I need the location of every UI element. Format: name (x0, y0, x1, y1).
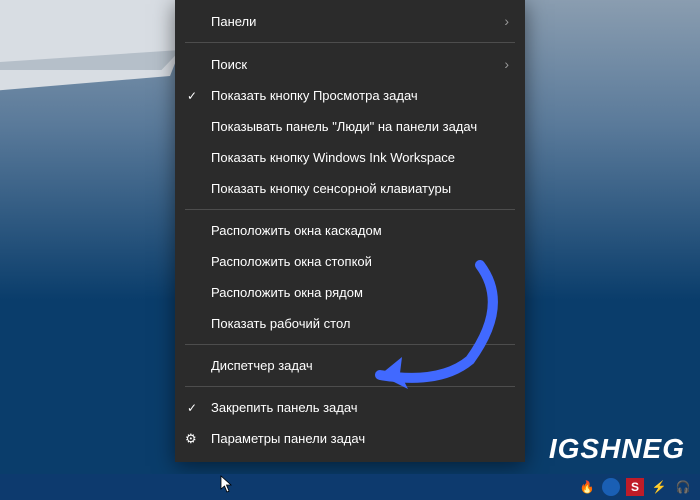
menu-taskbar-settings[interactable]: ⚙ Параметры панели задач (175, 423, 525, 454)
menu-label: Показать рабочий стол (211, 316, 509, 331)
menu-label: Расположить окна рядом (211, 285, 509, 300)
menu-separator (185, 386, 515, 387)
menu-label: Расположить окна стопкой (211, 254, 509, 269)
menu-label: Параметры панели задач (211, 431, 509, 446)
tray-icon-3[interactable]: S (626, 478, 644, 496)
menu-separator (185, 344, 515, 345)
menu-label: Расположить окна каскадом (211, 223, 509, 238)
chevron-right-icon: › (504, 56, 509, 72)
menu-show-desktop[interactable]: Показать рабочий стол (175, 308, 525, 339)
menu-separator (185, 42, 515, 43)
scene-wall (0, 0, 200, 95)
menu-label: Диспетчер задач (211, 358, 509, 373)
menu-show-taskview[interactable]: ✓ Показать кнопку Просмотра задач (175, 80, 525, 111)
menu-show-touch[interactable]: Показать кнопку сенсорной клавиатуры (175, 173, 525, 204)
menu-search[interactable]: Поиск › (175, 48, 525, 80)
menu-lock-taskbar[interactable]: ✓ Закрепить панель задач (175, 392, 525, 423)
tray-icon-1[interactable]: 🔥 (578, 478, 596, 496)
system-tray: 🔥 S ⚡ 🎧 (578, 478, 692, 496)
menu-label: Показать кнопку Windows Ink Workspace (211, 150, 509, 165)
tray-icon-4[interactable]: ⚡ (650, 478, 668, 496)
menu-show-ink[interactable]: Показать кнопку Windows Ink Workspace (175, 142, 525, 173)
menu-label: Показывать панель "Люди" на панели задач (211, 119, 509, 134)
tray-icon-5[interactable]: 🎧 (674, 478, 692, 496)
menu-label: Показать кнопку сенсорной клавиатуры (211, 181, 509, 196)
check-icon: ✓ (187, 401, 197, 415)
menu-label: Панели (211, 14, 504, 29)
menu-show-people[interactable]: Показывать панель "Люди" на панели задач (175, 111, 525, 142)
menu-sidebyside-windows[interactable]: Расположить окна рядом (175, 277, 525, 308)
menu-panels[interactable]: Панели › (175, 5, 525, 37)
taskbar[interactable]: 🔥 S ⚡ 🎧 (0, 474, 700, 500)
menu-label: Закрепить панель задач (211, 400, 509, 415)
menu-label: Поиск (211, 57, 504, 72)
menu-separator (185, 209, 515, 210)
menu-stack-windows[interactable]: Расположить окна стопкой (175, 246, 525, 277)
chevron-right-icon: › (504, 13, 509, 29)
tray-icon-2[interactable] (602, 478, 620, 496)
menu-task-manager[interactable]: Диспетчер задач (175, 350, 525, 381)
watermark-text: IGSHNEG (549, 433, 685, 465)
check-icon: ✓ (187, 89, 197, 103)
taskbar-context-menu: Панели › Поиск › ✓ Показать кнопку Просм… (175, 0, 525, 462)
gear-icon: ⚙ (185, 431, 197, 447)
menu-label: Показать кнопку Просмотра задач (211, 88, 509, 103)
menu-cascade-windows[interactable]: Расположить окна каскадом (175, 215, 525, 246)
